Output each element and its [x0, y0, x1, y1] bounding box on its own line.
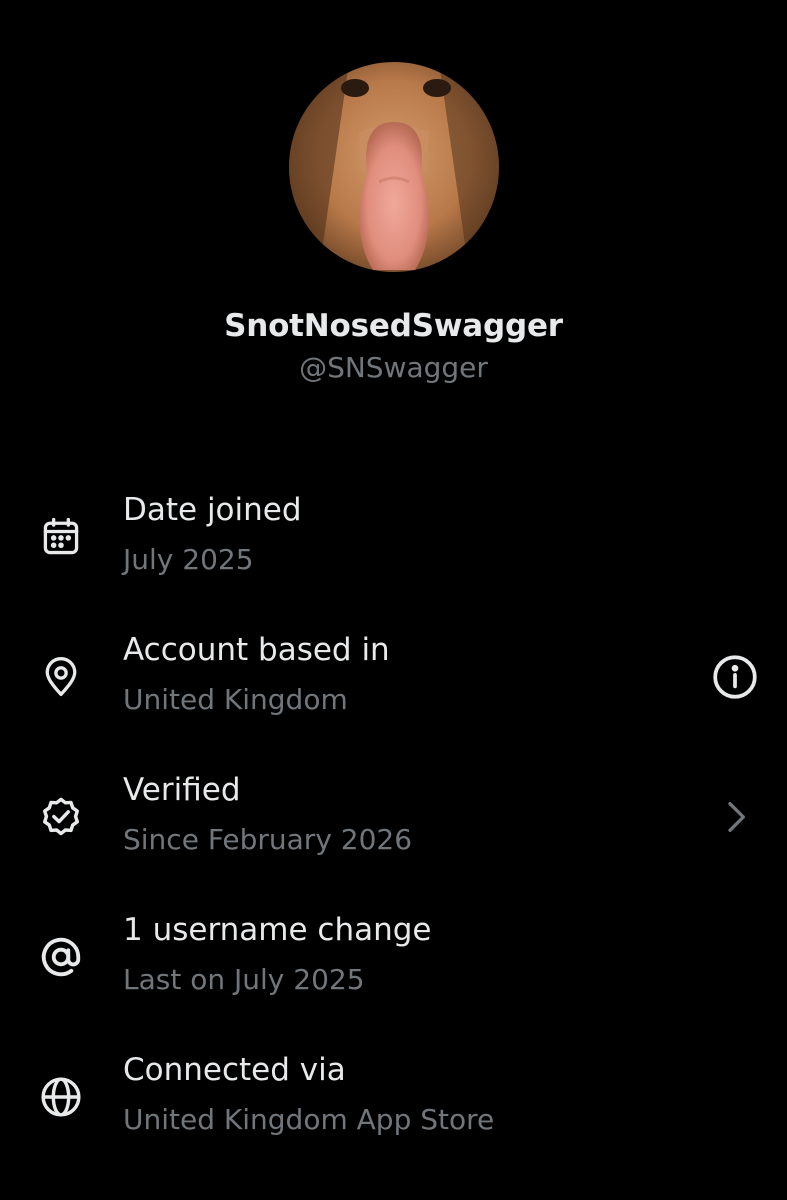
row-title: Account based in — [123, 632, 390, 668]
row-verified[interactable]: Verified Since February 2026 — [0, 768, 787, 868]
row-title: Connected via — [123, 1052, 346, 1088]
row-subtitle: Last on July 2025 — [123, 963, 365, 996]
globe-icon — [36, 1072, 86, 1122]
row-date-joined: Date joined July 2025 — [0, 488, 787, 588]
username-handle: @SNSwagger — [299, 351, 488, 384]
row-title: Date joined — [123, 492, 302, 528]
row-subtitle: July 2025 — [123, 543, 254, 576]
row-subtitle: United Kingdom App Store — [123, 1103, 495, 1136]
avatar-image — [289, 62, 499, 272]
row-subtitle: Since February 2026 — [123, 823, 413, 856]
display-name: SnotNosedSwagger — [224, 308, 563, 344]
info-icon[interactable] — [706, 648, 764, 706]
row-connected-via: Connected via United Kingdom App Store — [0, 1048, 787, 1148]
avatar[interactable] — [289, 62, 499, 272]
row-subtitle: United Kingdom — [123, 683, 348, 716]
row-title: Verified — [123, 772, 241, 808]
row-account-based-in: Account based in United Kingdom — [0, 628, 787, 728]
at-sign-icon — [36, 932, 86, 982]
row-title: 1 username change — [123, 912, 432, 948]
calendar-icon — [36, 512, 86, 562]
row-username-change: 1 username change Last on July 2025 — [0, 908, 787, 1008]
chevron-right-icon[interactable] — [706, 788, 764, 846]
location-pin-icon — [36, 652, 86, 702]
verified-badge-icon — [36, 792, 86, 842]
